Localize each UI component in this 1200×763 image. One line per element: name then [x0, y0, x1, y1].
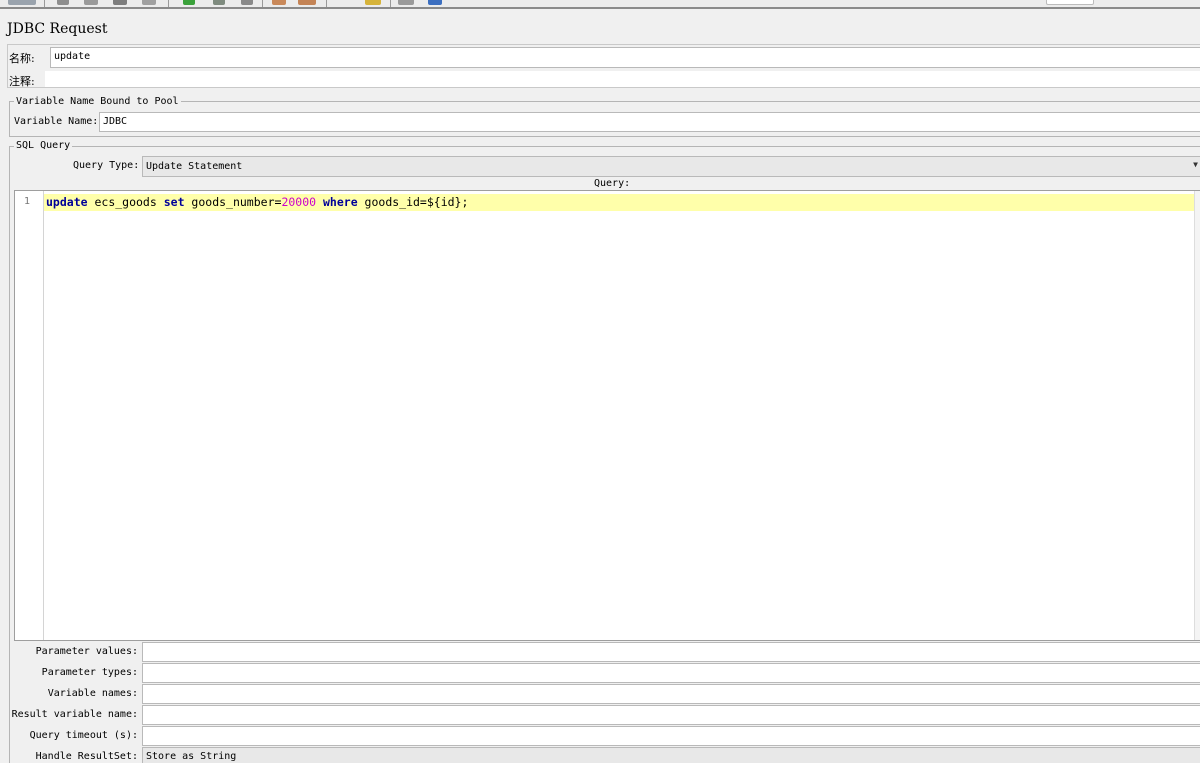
toolbar: [0, 0, 1200, 9]
query-code[interactable]: update ecs_goods set goods_number=20000 …: [46, 195, 468, 209]
toolbar-separator: [326, 0, 327, 7]
code-keyword: where: [323, 195, 358, 209]
query-timeout-label: Query timeout (s):: [29, 730, 138, 741]
query-editor[interactable]: 1 update ecs_goods set goods_number=2000…: [14, 190, 1200, 641]
comment-label: 注释:: [9, 75, 35, 88]
parameter-types-input[interactable]: [142, 663, 1200, 683]
line-number: 1: [24, 196, 31, 207]
code-text: goods_number=: [184, 195, 282, 209]
code-number: 20000: [281, 195, 317, 209]
variable-names-input[interactable]: [142, 684, 1200, 704]
name-panel: 名称: update 注释:: [7, 44, 1200, 88]
toolbar-icon[interactable]: [113, 0, 127, 5]
code-text: goods_id=${id};: [357, 195, 469, 209]
name-label: 名称:: [9, 52, 35, 65]
editor-scrollbar[interactable]: [1194, 191, 1200, 640]
page-title: JDBC Request: [7, 21, 108, 37]
parameter-values-input[interactable]: [142, 642, 1200, 662]
chevron-down-icon[interactable]: ▼: [1193, 160, 1198, 169]
variable-names-label: Variable names:: [47, 688, 138, 699]
toolbar-icon[interactable]: [8, 0, 36, 5]
toolbar-icon[interactable]: [241, 0, 253, 5]
toolbar-icon[interactable]: [298, 0, 316, 5]
toolbar-icon[interactable]: [142, 0, 156, 5]
toolbar-separator: [44, 0, 45, 7]
handle-resultset-label: Handle ResultSet:: [35, 751, 138, 762]
line-number-gutter: 1: [15, 191, 44, 640]
start-icon[interactable]: [183, 0, 195, 5]
toolbar-separator: [390, 0, 391, 7]
comment-input[interactable]: [45, 71, 1200, 87]
query-type-select[interactable]: Update Statement ▼: [142, 156, 1200, 177]
variable-name-label: Variable Name:: [14, 116, 99, 127]
toolbar-icon[interactable]: [57, 0, 69, 5]
toolbar-icon[interactable]: [365, 0, 381, 5]
toolbar-icon[interactable]: [84, 0, 98, 5]
query-timeout-input[interactable]: [142, 726, 1200, 746]
toolbar-separator: [168, 0, 169, 7]
result-variable-label: Result variable name:: [11, 709, 138, 720]
parameter-values-label: Parameter values:: [35, 646, 138, 657]
toolbar-icon[interactable]: [213, 0, 225, 5]
code-keyword: update: [46, 195, 88, 209]
query-label: Query:: [594, 178, 631, 189]
parameter-types-label: Parameter types:: [41, 667, 138, 678]
variable-name-input[interactable]: JDBC: [99, 112, 1200, 132]
pool-group-legend: Variable Name Bound to Pool: [14, 96, 181, 107]
toolbar-icon[interactable]: [272, 0, 286, 5]
result-variable-input[interactable]: [142, 705, 1200, 725]
code-text: ecs_goods: [87, 195, 164, 209]
toolbar-icon[interactable]: [428, 0, 442, 5]
query-type-label: Query Type:: [73, 160, 140, 171]
toolbar-icon[interactable]: [398, 0, 414, 5]
code-keyword: set: [163, 195, 185, 209]
toolbar-icon[interactable]: [1046, 0, 1094, 5]
toolbar-separator: [262, 0, 263, 7]
query-type-value: Update Statement: [146, 161, 243, 172]
handle-resultset-select[interactable]: Store as String: [142, 747, 1200, 763]
name-input[interactable]: update: [50, 47, 1200, 68]
sql-query-legend: SQL Query: [14, 140, 73, 151]
